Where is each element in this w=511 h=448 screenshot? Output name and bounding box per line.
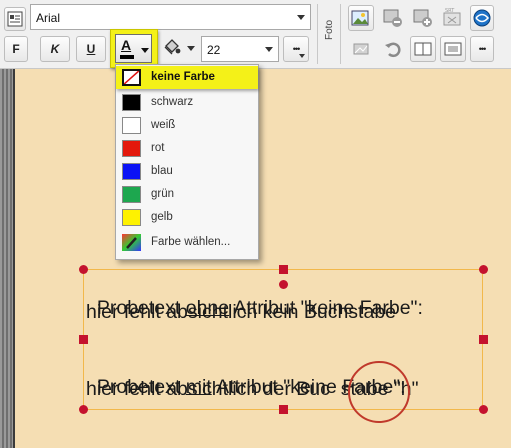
paragraph-style-icon [7, 11, 23, 27]
font-family-select[interactable]: Arial [30, 4, 311, 30]
photo-remove-icon [383, 9, 402, 27]
toolbar: Arial F K U A 22 ••• Foto SRT ••• [0, 0, 511, 69]
annotation-circle [348, 361, 410, 423]
crop-icon [353, 43, 369, 55]
menu-item-label: weiß [151, 119, 176, 131]
menu-item-no-color[interactable]: keine Farbe [116, 66, 258, 89]
fit-icon [444, 42, 462, 56]
more-photo-options-button[interactable]: ••• [470, 36, 494, 62]
color-swatch [122, 163, 141, 180]
menu-item-blue[interactable]: blau [116, 160, 258, 183]
chevron-down-icon [141, 48, 149, 53]
svg-text:SRT: SRT [445, 8, 455, 14]
italic-label: K [50, 42, 60, 56]
no-color-icon [122, 69, 141, 86]
toolbar-separator [317, 4, 318, 64]
photo-fit-button[interactable] [440, 36, 466, 62]
font-color-label: A [121, 37, 132, 53]
chevron-down-icon [297, 15, 305, 20]
menu-item-label: rot [151, 142, 165, 154]
resize-handle-bottom[interactable] [279, 405, 288, 414]
resize-handle-top-right[interactable] [479, 265, 488, 274]
photo-effects-button[interactable] [470, 5, 494, 31]
photo-crop-button[interactable] [348, 36, 374, 62]
font-size-value: 22 [207, 43, 221, 57]
color-bar-icon [120, 55, 134, 59]
chevron-down-icon [187, 46, 195, 51]
menu-item-label: grün [151, 188, 175, 200]
resize-handle-left[interactable] [79, 335, 88, 344]
resize-handle-bottom-right[interactable] [479, 405, 488, 414]
bold-button[interactable]: F [4, 36, 28, 62]
photo-rotate-button[interactable] [380, 36, 406, 62]
more-label: ••• [478, 44, 487, 54]
photo-split-button[interactable] [410, 36, 436, 62]
resize-handle-right[interactable] [479, 335, 488, 344]
more-label: ••• [292, 44, 301, 54]
color-swatch [122, 186, 141, 203]
frame-icon: SRT [443, 8, 461, 26]
menu-item-red[interactable]: rot [116, 137, 258, 160]
toolbar-separator [340, 4, 341, 64]
rotate-icon [385, 42, 401, 58]
color-swatch [122, 94, 141, 111]
add-photo-button[interactable] [410, 5, 436, 31]
insert-photo-button[interactable] [348, 5, 374, 31]
split-icon [414, 42, 432, 56]
font-color-menu: keine Farbe schwarz weiß rot blau grün g… [115, 64, 259, 260]
paint-bucket-icon [164, 39, 181, 55]
menu-item-label: Farbe wählen... [151, 236, 231, 248]
remove-photo-button[interactable] [380, 5, 406, 31]
chevron-down-icon [299, 54, 305, 58]
fill-color-button[interactable] [160, 36, 198, 62]
color-swatch [122, 140, 141, 157]
foto-group-label: Foto [324, 19, 335, 40]
resize-handle-top[interactable] [279, 265, 288, 274]
more-text-options-button[interactable]: ••• [283, 36, 309, 62]
menu-item-black[interactable]: schwarz [116, 91, 258, 114]
chevron-down-icon [265, 47, 273, 52]
photo-icon [351, 10, 369, 26]
font-size-select[interactable]: 22 [201, 36, 279, 62]
photo-add-icon [413, 9, 432, 27]
resize-handle-bottom-left[interactable] [79, 405, 88, 414]
italic-button[interactable]: K [40, 36, 70, 62]
color-picker-icon [122, 234, 141, 251]
font-color-button[interactable]: A [110, 29, 158, 68]
resize-handle-top-left[interactable] [79, 265, 88, 274]
menu-item-white[interactable]: weiß [116, 114, 258, 137]
menu-item-label: schwarz [151, 96, 194, 108]
menu-item-yellow[interactable]: gelb [116, 206, 258, 229]
photo-frame-button[interactable]: SRT [440, 5, 466, 31]
page-gutter [0, 69, 15, 448]
rotate-handle[interactable] [279, 280, 288, 289]
color-swatch [122, 117, 141, 134]
font-family-value: Arial [36, 11, 61, 25]
bold-label: F [12, 42, 20, 56]
menu-item-choose-color[interactable]: Farbe wählen... [116, 231, 258, 254]
menu-item-label: keine Farbe [151, 71, 215, 83]
underline-button[interactable]: U [76, 36, 106, 62]
effects-icon [473, 9, 491, 27]
color-swatch [122, 209, 141, 226]
paragraph-style-button[interactable] [4, 7, 26, 31]
menu-item-label: gelb [151, 211, 173, 223]
menu-item-green[interactable]: grün [116, 183, 258, 206]
underline-label: U [86, 42, 96, 56]
text-line: hier fehlt absichtlich kein Buchstabe [86, 301, 397, 323]
menu-item-label: blau [151, 165, 173, 177]
